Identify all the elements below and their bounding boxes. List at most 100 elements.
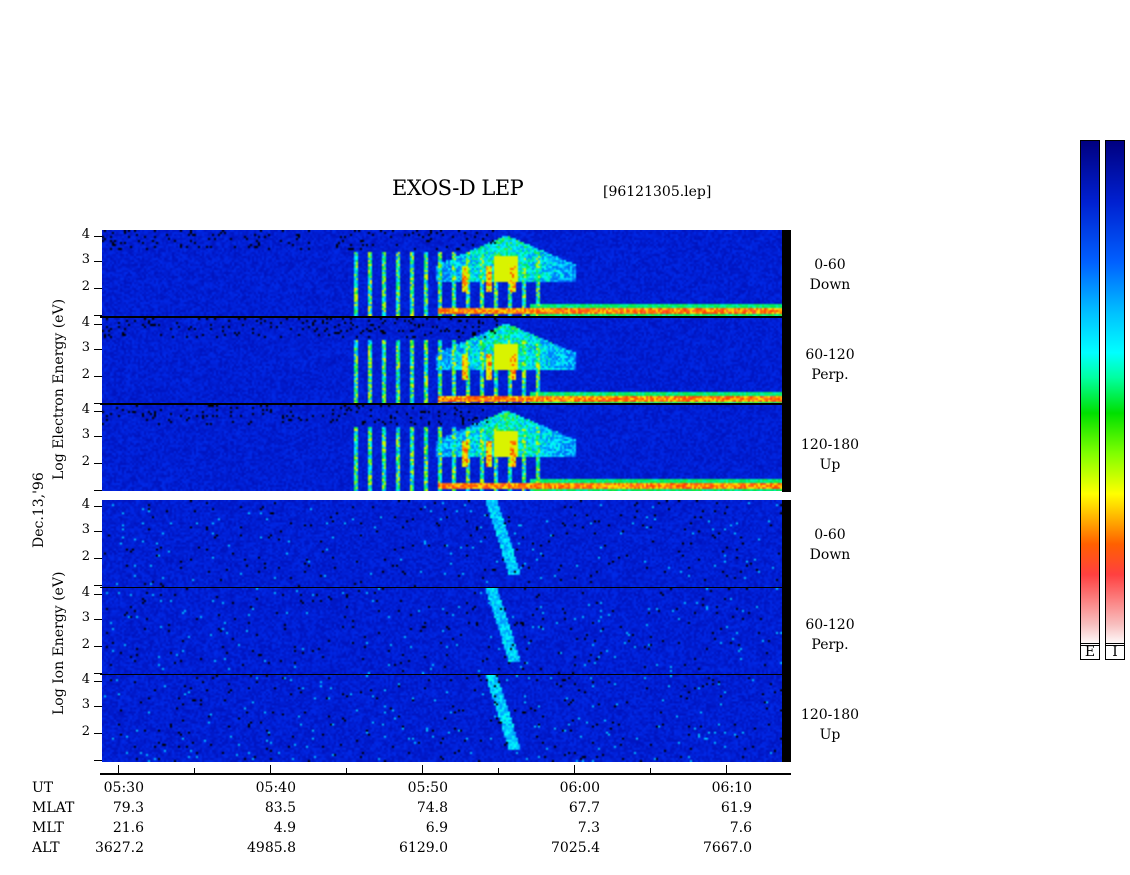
ion-data-gap-bar [782,500,791,762]
alt-value: 7025.4 [551,840,600,856]
y-tick-label: 3 [81,697,90,712]
x-tick-mark [650,768,651,774]
y-tick-label: 4 [81,227,90,242]
y-tick-mark [94,490,102,491]
mlat-value: 79.3 [112,800,144,816]
data-filename: [96121305.lep] [603,184,712,200]
ion-panel-down [102,500,782,587]
alt-label: ALT [32,840,60,856]
y-tick-mark [94,646,102,647]
ion-perp-label: 60-120 Perp. [805,617,855,653]
panel-divider [100,316,782,318]
y-tick-label: 2 [81,279,90,294]
y-tick-label: 3 [81,252,90,267]
ut-value: 06:00 [559,780,600,796]
y-tick-mark [94,288,102,289]
y-tick-label: 4 [81,497,90,512]
alt-value: 6129.0 [399,840,448,856]
electron-colorbar-label: E [1080,643,1100,660]
y-tick-label: 4 [81,315,90,330]
electron-perp-label: 60-120 Perp. [805,347,855,383]
electron-panel-perp [102,318,782,404]
y-tick-mark [94,706,102,707]
y-tick-mark [94,681,102,682]
alt-value: 4985.8 [247,840,296,856]
mlat-value: 61.9 [720,800,752,816]
date-label: Dec.13,'96 [31,472,47,548]
ut-label: UT [32,780,54,796]
y-tick-mark [94,733,102,734]
electron-colorbar [1080,140,1100,646]
y-tick-mark [94,594,102,595]
alt-value: 7667.0 [703,840,752,856]
ut-value: 05:50 [407,780,448,796]
y-tick-label: 2 [81,724,90,739]
mlat-value: 67.7 [568,800,600,816]
y-tick-mark [94,506,102,507]
spectrogram-figure: EXOS-D LEP [96121305.lep] 2 3 4 2 3 4 2 3 4 2 3 4 2 3… [0,0,1130,875]
electron-panel-up [102,405,782,491]
y-tick-label: 3 [81,522,90,537]
electron-data-gap-bar [782,230,791,492]
ion-down-label: 0-60 Down [809,527,851,563]
panel-divider [100,403,782,405]
x-tick-mark [574,765,575,774]
mlt-value: 7.6 [729,820,752,836]
y-tick-mark [94,619,102,620]
y-tick-mark [94,411,102,412]
ut-value: 05:30 [103,780,144,796]
y-tick-mark [94,558,102,559]
x-tick-mark [194,768,195,774]
ion-colorbar [1105,140,1125,646]
y-tick-mark [94,585,102,586]
panel-divider [100,674,782,675]
x-tick-mark [422,765,423,774]
x-tick-mark [346,768,347,774]
x-tick-mark [498,768,499,774]
y-tick-label: 2 [81,454,90,469]
electron-energy-ylabel: Log Electron Energy (eV) [51,298,67,480]
y-tick-mark [94,261,102,262]
mlt-value: 21.6 [112,820,144,836]
electron-panel-down [102,230,782,316]
y-tick-label: 3 [81,340,90,355]
y-tick-label: 4 [81,672,90,687]
y-tick-mark [94,403,102,404]
y-tick-mark [94,236,102,237]
ion-up-label: 120-180 Up [800,707,860,743]
mlat-value: 74.8 [416,800,448,816]
y-tick-label: 2 [81,549,90,564]
ut-value: 05:40 [255,780,296,796]
x-tick-mark [726,765,727,774]
y-tick-label: 4 [81,585,90,600]
alt-value: 3627.2 [95,840,144,856]
electron-up-label: 120-180 Up [800,437,860,473]
x-tick-mark [270,765,271,774]
y-tick-mark [94,531,102,532]
ut-value: 06:10 [711,780,752,796]
time-axis-line [100,773,791,775]
figure-title: EXOS-D LEP [392,176,524,200]
panel-divider [100,587,782,588]
y-tick-mark [94,324,102,325]
x-tick-mark [118,765,119,774]
y-tick-mark [94,436,102,437]
y-tick-mark [94,349,102,350]
ion-panel-up [102,675,782,762]
y-tick-mark [94,760,102,761]
mlt-value: 6.9 [425,820,448,836]
y-tick-mark [94,463,102,464]
ion-energy-ylabel: Log Ion Energy (eV) [51,571,67,715]
mlat-label: MLAT [32,800,75,816]
y-tick-label: 4 [81,402,90,417]
y-tick-label: 3 [81,610,90,625]
y-tick-mark [94,315,102,316]
y-tick-mark [94,673,102,674]
y-tick-label: 2 [81,367,90,382]
y-tick-label: 2 [81,637,90,652]
y-tick-mark [94,376,102,377]
ion-panel-perp [102,588,782,674]
mlt-label: MLT [32,820,64,836]
mlat-value: 83.5 [264,800,296,816]
electron-down-label: 0-60 Down [809,257,851,293]
